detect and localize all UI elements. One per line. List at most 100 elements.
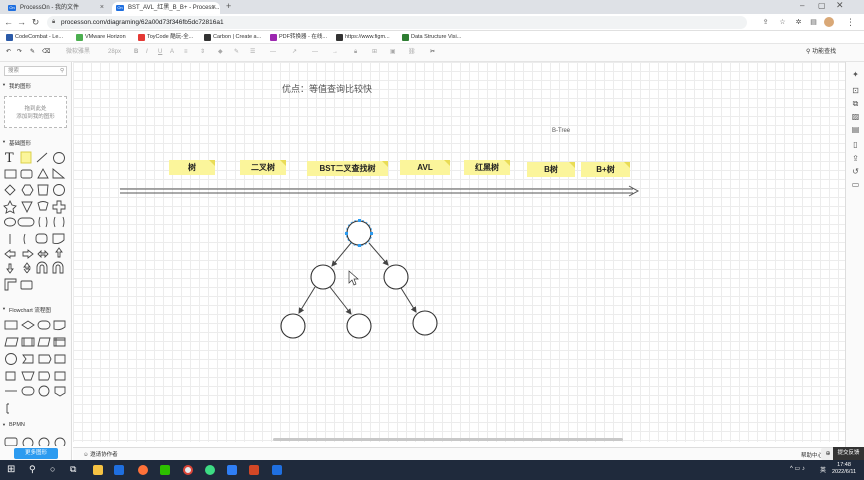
shape-search-input[interactable]: 搜索 ⚲ xyxy=(4,66,67,76)
valign-icon[interactable]: ⇕ xyxy=(200,48,205,57)
arrow-end-icon[interactable]: → xyxy=(332,48,338,57)
powerpoint-icon[interactable] xyxy=(249,465,259,475)
comment-icon[interactable]: ▭ xyxy=(851,180,860,189)
file-explorer-icon[interactable] xyxy=(93,465,103,475)
font-color-button[interactable]: A xyxy=(170,48,174,57)
tray-icons[interactable]: ^ ▭ ♪ xyxy=(790,465,805,472)
new-tab-button[interactable]: + xyxy=(226,1,231,11)
sidebar-icon[interactable]: ▤ xyxy=(808,17,819,28)
restore-icon[interactable]: ▢ xyxy=(818,1,826,10)
close-window-icon[interactable]: ✕ xyxy=(836,0,844,11)
cortana-icon[interactable]: ○ xyxy=(50,464,55,474)
event-shape-icon xyxy=(22,437,34,446)
wechat-icon[interactable] xyxy=(160,465,170,475)
flowchart-shapes-grid[interactable] xyxy=(3,318,69,414)
menu-icon[interactable]: ⋮ xyxy=(845,17,856,28)
feature-search-button[interactable]: ⚲ 功能查找 xyxy=(806,48,836,57)
processon-icon[interactable] xyxy=(272,465,282,475)
bookmark-item[interactable]: VMware Horizon xyxy=(76,33,126,42)
bookmark-label: https://www.figm... xyxy=(345,34,390,40)
bpmn-shapes-grid[interactable] xyxy=(3,434,69,446)
tree-diagram[interactable] xyxy=(73,62,845,442)
bookmark-item[interactable]: https://www.figm... xyxy=(336,33,390,42)
line-width-icon[interactable]: ☰ xyxy=(250,48,255,57)
windows-taskbar: ⊞ ⚲ ○ ⧉ ^ ▭ ♪ 英 17:48 2022/6/11 xyxy=(0,460,864,480)
bookmark-label: VMware Horizon xyxy=(85,34,126,40)
share-icon[interactable]: ⇪ xyxy=(760,17,771,28)
star-icon[interactable]: ☆ xyxy=(777,17,788,28)
help-center-link[interactable]: 帮助中心 xyxy=(801,451,823,459)
windows-start-icon[interactable]: ⊞ xyxy=(7,464,15,475)
forward-arrow-icon[interactable]: → xyxy=(16,17,27,28)
search-placeholder: 搜索 xyxy=(8,68,20,74)
bookmark-item[interactable]: CodeCombat - Le... xyxy=(6,33,63,42)
bookmark-item[interactable]: Data Structure Visi... xyxy=(402,33,461,42)
feedback-button[interactable]: 提交反馈 xyxy=(833,447,864,460)
page-icon[interactable]: ▯ xyxy=(851,140,860,149)
scissors-icon[interactable]: ✂ xyxy=(430,48,435,57)
lock-icon[interactable]: 🔒︎ xyxy=(354,48,357,57)
invite-collaborator-button[interactable]: ☺︎ 邀请协作者 xyxy=(83,450,118,458)
more-shapes-button[interactable]: 更多图形 xyxy=(14,448,58,459)
search-icon[interactable]: ⚲ xyxy=(29,464,36,475)
bookmark-icon xyxy=(76,34,83,41)
minimize-icon[interactable]: – xyxy=(800,1,804,10)
reload-icon[interactable]: ↻ xyxy=(30,17,41,28)
section-basic-shapes[interactable]: 基础图形 xyxy=(2,139,31,147)
task-view-icon[interactable]: ⧉ xyxy=(70,464,76,475)
process-shape-icon xyxy=(4,320,18,330)
close-icon[interactable]: × xyxy=(100,2,104,14)
image-icon[interactable]: ▨ xyxy=(851,112,860,121)
bookmark-item[interactable]: Carbon | Create a... xyxy=(204,33,261,42)
internal-storage-shape-icon xyxy=(53,337,66,347)
eraser-icon[interactable]: ⌫ xyxy=(42,48,50,57)
diagram-canvas[interactable]: 优点：等值查询比较快 B-Tree 树 二叉树 BST二叉查找树 AVL 红黑树… xyxy=(73,62,845,442)
style-icon[interactable]: ⊡ xyxy=(851,86,860,95)
navigator-icon[interactable]: ✦ xyxy=(851,70,860,79)
connector-icon[interactable]: ↗ xyxy=(292,48,297,57)
share-icon[interactable]: ⇪ xyxy=(851,154,860,163)
chrome-icon[interactable] xyxy=(183,465,193,475)
underline-button[interactable]: U xyxy=(158,48,162,57)
app-icon[interactable] xyxy=(227,465,237,475)
ime-indicator[interactable]: 英 xyxy=(820,465,826,474)
tab-my-files[interactable]: On ProcessOn - 我的文件 × xyxy=(4,2,108,14)
section-bpmn[interactable]: BPMN xyxy=(2,422,25,428)
bold-button[interactable]: B xyxy=(134,48,138,57)
app-icon[interactable] xyxy=(205,465,215,475)
close-icon[interactable]: × xyxy=(212,2,216,14)
position-icon[interactable]: ⊞ xyxy=(372,48,377,57)
tab-diagram[interactable]: On BST_AVL_红黑_B_B+ - Process... × xyxy=(112,2,220,14)
avatar[interactable] xyxy=(824,17,834,27)
clock[interactable]: 17:48 2022/6/11 xyxy=(832,462,856,476)
line-color-icon[interactable]: ✎ xyxy=(234,48,239,57)
app-icon[interactable] xyxy=(114,465,124,475)
align-icon[interactable]: ≡ xyxy=(184,48,188,57)
url-input[interactable]: 🔒︎ processon.com/diagraming/62a00d73f346… xyxy=(47,16,747,29)
basic-shapes-grid[interactable]: T xyxy=(3,150,69,300)
bookmark-item[interactable]: PDF转换器 - 在线... xyxy=(270,33,327,42)
extensions-icon[interactable]: ✲ xyxy=(793,17,804,28)
link-icon[interactable]: ⛓︎ xyxy=(408,48,416,57)
undo-icon[interactable]: ↶ xyxy=(6,48,11,57)
group-icon[interactable]: ▣ xyxy=(390,48,396,57)
notes-icon[interactable]: ▤ xyxy=(851,125,860,134)
arrow-start-icon[interactable]: — xyxy=(312,48,318,57)
format-painter-icon[interactable]: ✎ xyxy=(30,48,35,57)
firefox-icon[interactable] xyxy=(138,465,148,475)
section-flowchart[interactable]: Flowchart 流程图 xyxy=(2,306,51,314)
my-shapes-drop-zone[interactable]: 拖到此处 添加到我的图形 xyxy=(4,96,67,128)
section-my-shapes[interactable]: 我的图形 xyxy=(2,82,31,90)
tree-node xyxy=(346,313,372,339)
history-icon[interactable]: ↺ xyxy=(851,167,860,176)
italic-button[interactable]: I xyxy=(146,48,148,57)
back-arrow-icon[interactable]: ← xyxy=(3,17,14,28)
right-triangle-shape-icon xyxy=(52,168,66,179)
bookmark-item[interactable]: ToyCode 酷玩-全... xyxy=(138,33,193,42)
fill-icon[interactable]: ◆ xyxy=(218,48,223,57)
font-family-select[interactable]: 微软雅黑 xyxy=(66,48,90,57)
arrange-icon[interactable]: ⧉ xyxy=(851,99,860,108)
line-style-icon[interactable]: — xyxy=(270,48,276,57)
font-size-select[interactable]: 28px xyxy=(108,48,121,57)
redo-icon[interactable]: ↷ xyxy=(17,48,22,57)
